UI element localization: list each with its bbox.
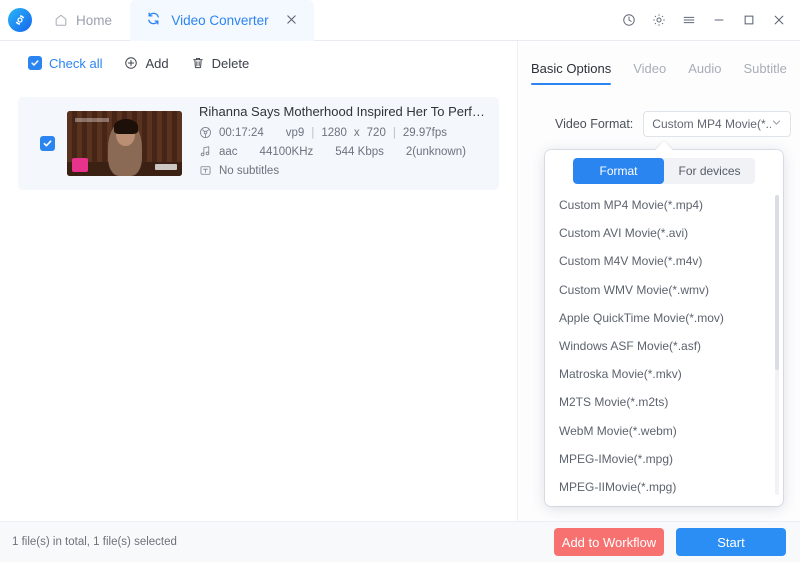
- format-option[interactable]: Custom M4V Movie(*.m4v): [545, 247, 783, 275]
- action-buttons: Add to Workflow Start: [554, 528, 800, 556]
- tab-video[interactable]: Video: [633, 61, 666, 85]
- file-list-item[interactable]: Rihanna Says Motherhood Inspired Her To …: [18, 97, 499, 190]
- window-controls: [622, 13, 800, 27]
- titlebar: Home Video Converter: [0, 0, 800, 41]
- add-label: Add: [145, 55, 169, 71]
- tab-audio[interactable]: Audio: [688, 61, 721, 85]
- format-option[interactable]: MPEG-IIMovie(*.mpg): [545, 473, 783, 501]
- check-all-label: Check all: [49, 55, 103, 71]
- subtitle-text-icon: [199, 164, 212, 177]
- close-window-icon[interactable]: [772, 13, 786, 27]
- format-option[interactable]: M2TS Movie(*.m2ts): [545, 388, 783, 416]
- video-thumbnail: [67, 111, 182, 176]
- file-list-pane: Check all Add Delete Rihanna Says Mother…: [0, 41, 518, 521]
- file-metadata: Rihanna Says Motherhood Inspired Her To …: [199, 104, 499, 183]
- add-button[interactable]: Add: [124, 55, 169, 71]
- format-option[interactable]: Custom WMV Movie(*.wmv): [545, 276, 783, 304]
- segment-for-devices[interactable]: For devices: [664, 158, 755, 184]
- format-option[interactable]: Custom AVI Movie(*.avi): [545, 219, 783, 247]
- format-option[interactable]: WebM Movie(*.webm): [545, 417, 783, 445]
- checkbox-checked-icon: [28, 56, 42, 70]
- status-text: 1 file(s) in total, 1 file(s) selected: [12, 536, 177, 548]
- video-sep-1: |: [311, 126, 315, 139]
- app-window: Home Video Converter Check all Add Delet…: [0, 0, 800, 562]
- video-x: x: [353, 126, 360, 139]
- format-option[interactable]: Custom MP4 Movie(*.mp4): [545, 191, 783, 219]
- delete-button[interactable]: Delete: [191, 55, 250, 71]
- tab-home[interactable]: Home: [32, 0, 130, 41]
- video-info-row: 00:17:24 vp9 | 1280 x 720 | 29.97fps: [199, 126, 489, 139]
- dropdown-scrollbar-thumb[interactable]: [775, 195, 779, 370]
- audio-info-row: aac 44100KHz 544 Kbps 2(unknown): [199, 145, 489, 158]
- minimize-icon[interactable]: [712, 13, 726, 27]
- settings-gear-icon[interactable]: [652, 13, 666, 27]
- video-format-value: Custom MP4 Movie(*....: [652, 117, 772, 131]
- tab-home-label: Home: [76, 12, 113, 28]
- video-format-label: Video Format:: [555, 117, 634, 131]
- video-duration: 00:17:24: [219, 126, 264, 139]
- tab-basic-options[interactable]: Basic Options: [531, 61, 612, 85]
- app-logo-icon: [8, 8, 32, 32]
- video-height: 720: [366, 126, 386, 139]
- add-to-workflow-button[interactable]: Add to Workflow: [554, 528, 664, 556]
- bottom-status-bar: 1 file(s) in total, 1 file(s) selected A…: [0, 521, 800, 562]
- home-icon: [54, 13, 68, 27]
- video-format-select[interactable]: Custom MP4 Movie(*....: [643, 111, 792, 137]
- options-tabs: Basic Options Video Audio Subtitle: [519, 41, 800, 85]
- video-disc-icon: [199, 126, 212, 139]
- close-icon[interactable]: [283, 11, 300, 30]
- dropdown-segment-control: Format For devices: [573, 158, 755, 184]
- tab-video-converter[interactable]: Video Converter: [130, 0, 315, 41]
- subtitle-status: No subtitles: [219, 164, 280, 177]
- tab-video-converter-label: Video Converter: [171, 12, 269, 28]
- format-option[interactable]: MPEG-IMovie(*.mpg): [545, 445, 783, 473]
- file-checkbox[interactable]: [40, 136, 55, 151]
- maximize-icon[interactable]: [742, 13, 756, 27]
- menu-hamburger-icon[interactable]: [682, 13, 696, 27]
- plus-circle-icon: [124, 56, 138, 70]
- subtitle-info-row: No subtitles: [199, 164, 489, 177]
- format-option[interactable]: Apple QuickTime Movie(*.mov): [545, 304, 783, 332]
- chevron-down-icon: [771, 117, 782, 131]
- video-fps: 29.97fps: [402, 126, 447, 139]
- audio-bitrate: 544 Kbps: [335, 145, 384, 158]
- format-dropdown-popup: Format For devices Custom MP4 Movie(*.mp…: [545, 150, 783, 506]
- format-list[interactable]: Custom MP4 Movie(*.mp4) Custom AVI Movie…: [545, 191, 783, 503]
- file-title: Rihanna Says Motherhood Inspired Her To …: [199, 104, 489, 119]
- segment-format[interactable]: Format: [573, 158, 664, 184]
- format-option[interactable]: Matroska Movie(*.mkv): [545, 360, 783, 388]
- audio-codec: aac: [219, 145, 238, 158]
- convert-refresh-icon: [146, 11, 161, 29]
- video-format-row: Video Format: Custom MP4 Movie(*....: [519, 111, 800, 137]
- video-sep-2: |: [392, 126, 396, 139]
- delete-label: Delete: [211, 55, 250, 71]
- video-codec: vp9: [285, 126, 305, 139]
- format-option[interactable]: Windows ASF Movie(*.asf): [545, 332, 783, 360]
- file-toolbar: Check all Add Delete: [0, 41, 517, 85]
- music-note-icon: [199, 145, 212, 158]
- trash-icon: [191, 56, 205, 70]
- start-button[interactable]: Start: [676, 528, 786, 556]
- audio-sample-rate: 44100KHz: [259, 145, 314, 158]
- video-width: 1280: [321, 126, 347, 139]
- audio-channels: 2(unknown): [405, 145, 466, 158]
- history-icon[interactable]: [622, 13, 636, 27]
- tab-subtitle[interactable]: Subtitle: [743, 61, 786, 85]
- check-all-button[interactable]: Check all: [28, 56, 102, 71]
